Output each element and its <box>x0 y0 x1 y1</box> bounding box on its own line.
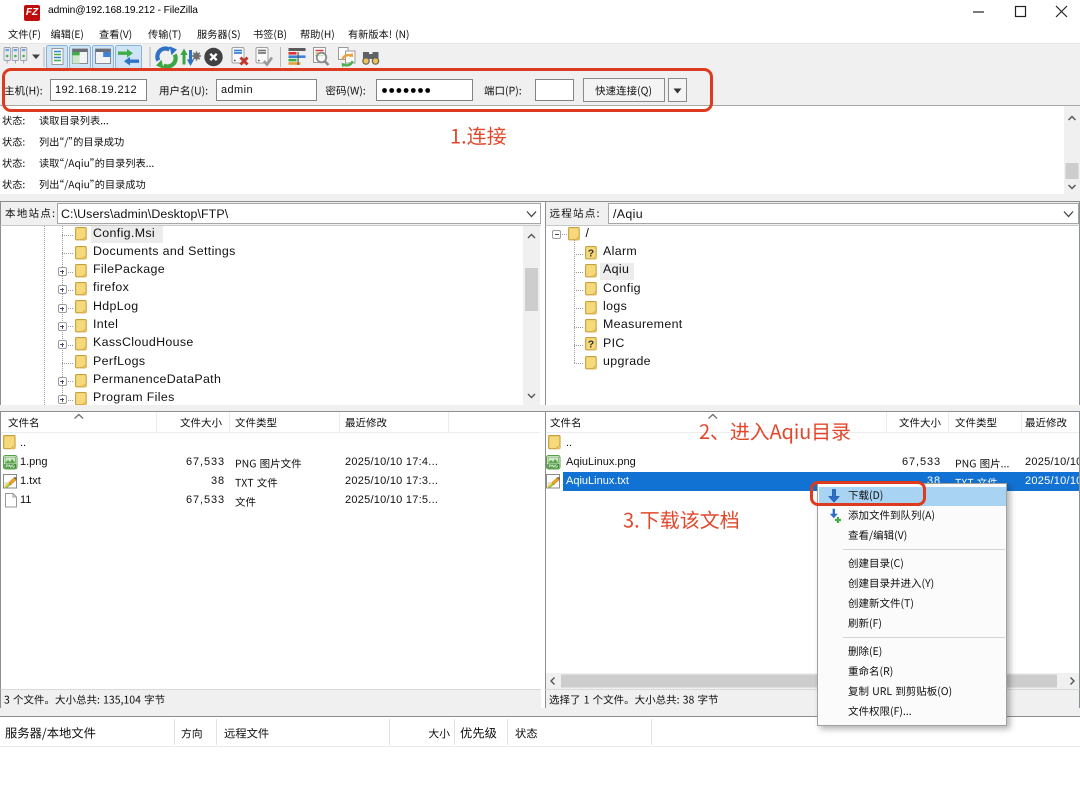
svg-text:?: ? <box>587 339 593 351</box>
svg-text:?: ? <box>587 247 593 259</box>
svg-text:PNG: PNG <box>5 463 15 468</box>
svg-text:PNG: PNG <box>548 463 558 468</box>
